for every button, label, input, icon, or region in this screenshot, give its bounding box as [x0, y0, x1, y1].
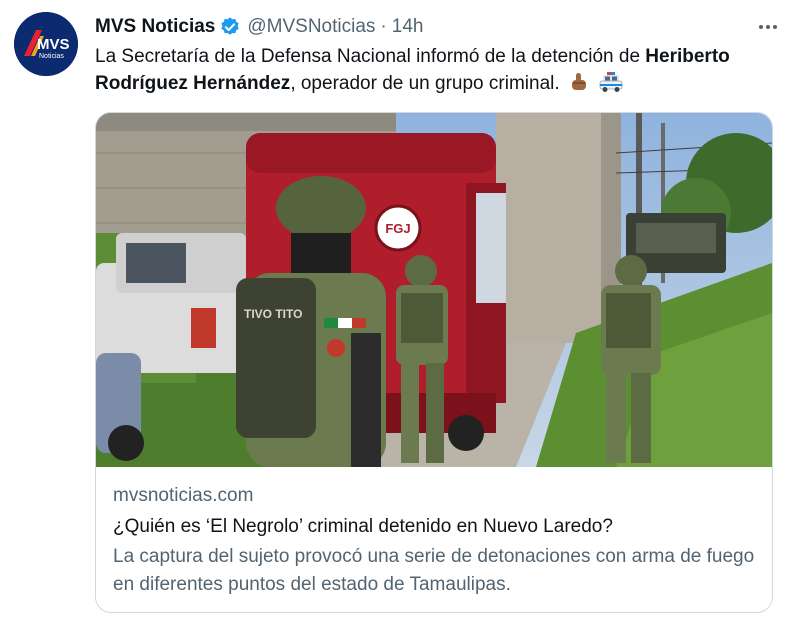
tweet-text-part2: , operador de un grupo criminal.: [290, 73, 560, 94]
card-domain[interactable]: mvsnoticias.com: [113, 483, 758, 509]
tweet-text: La Secretaría de la Defensa Nacional inf…: [95, 43, 785, 101]
van-logo-text: FGJ: [385, 221, 410, 236]
tweet-text-part1: La Secretaría de la Defensa Nacional inf…: [95, 46, 646, 67]
separator-dot: ·: [380, 16, 387, 37]
verified-badge-icon: [219, 16, 241, 38]
vest-patch-text: TIVO TITO: [244, 307, 302, 321]
more-options-icon[interactable]: [758, 17, 778, 37]
tweet-timestamp[interactable]: 14h: [392, 16, 424, 38]
avatar[interactable]: MVS Noticias: [14, 12, 78, 76]
pointing-down-emoji-icon: [569, 71, 589, 101]
avatar-logo-text: MVS: [37, 36, 70, 53]
avatar-logo-subtext: Noticias: [39, 53, 64, 60]
user-handle[interactable]: @MVSNoticias: [247, 16, 375, 38]
link-preview-card[interactable]: FGJ ÓN TIVO TITO: [95, 112, 773, 613]
tweet-header: MVS Noticias @MVSNoticias · 14h: [95, 14, 790, 40]
card-image[interactable]: FGJ ÓN TIVO TITO: [96, 113, 772, 467]
card-body: mvsnoticias.com ¿Quién es ‘El Negrolo’ c…: [113, 483, 758, 599]
card-title[interactable]: ¿Quién es ‘El Negrolo’ criminal detenido…: [113, 513, 758, 541]
police-car-emoji-icon: [598, 71, 624, 101]
display-name[interactable]: MVS Noticias: [95, 16, 215, 38]
card-description: La captura del sujeto provocó una serie …: [113, 546, 755, 595]
